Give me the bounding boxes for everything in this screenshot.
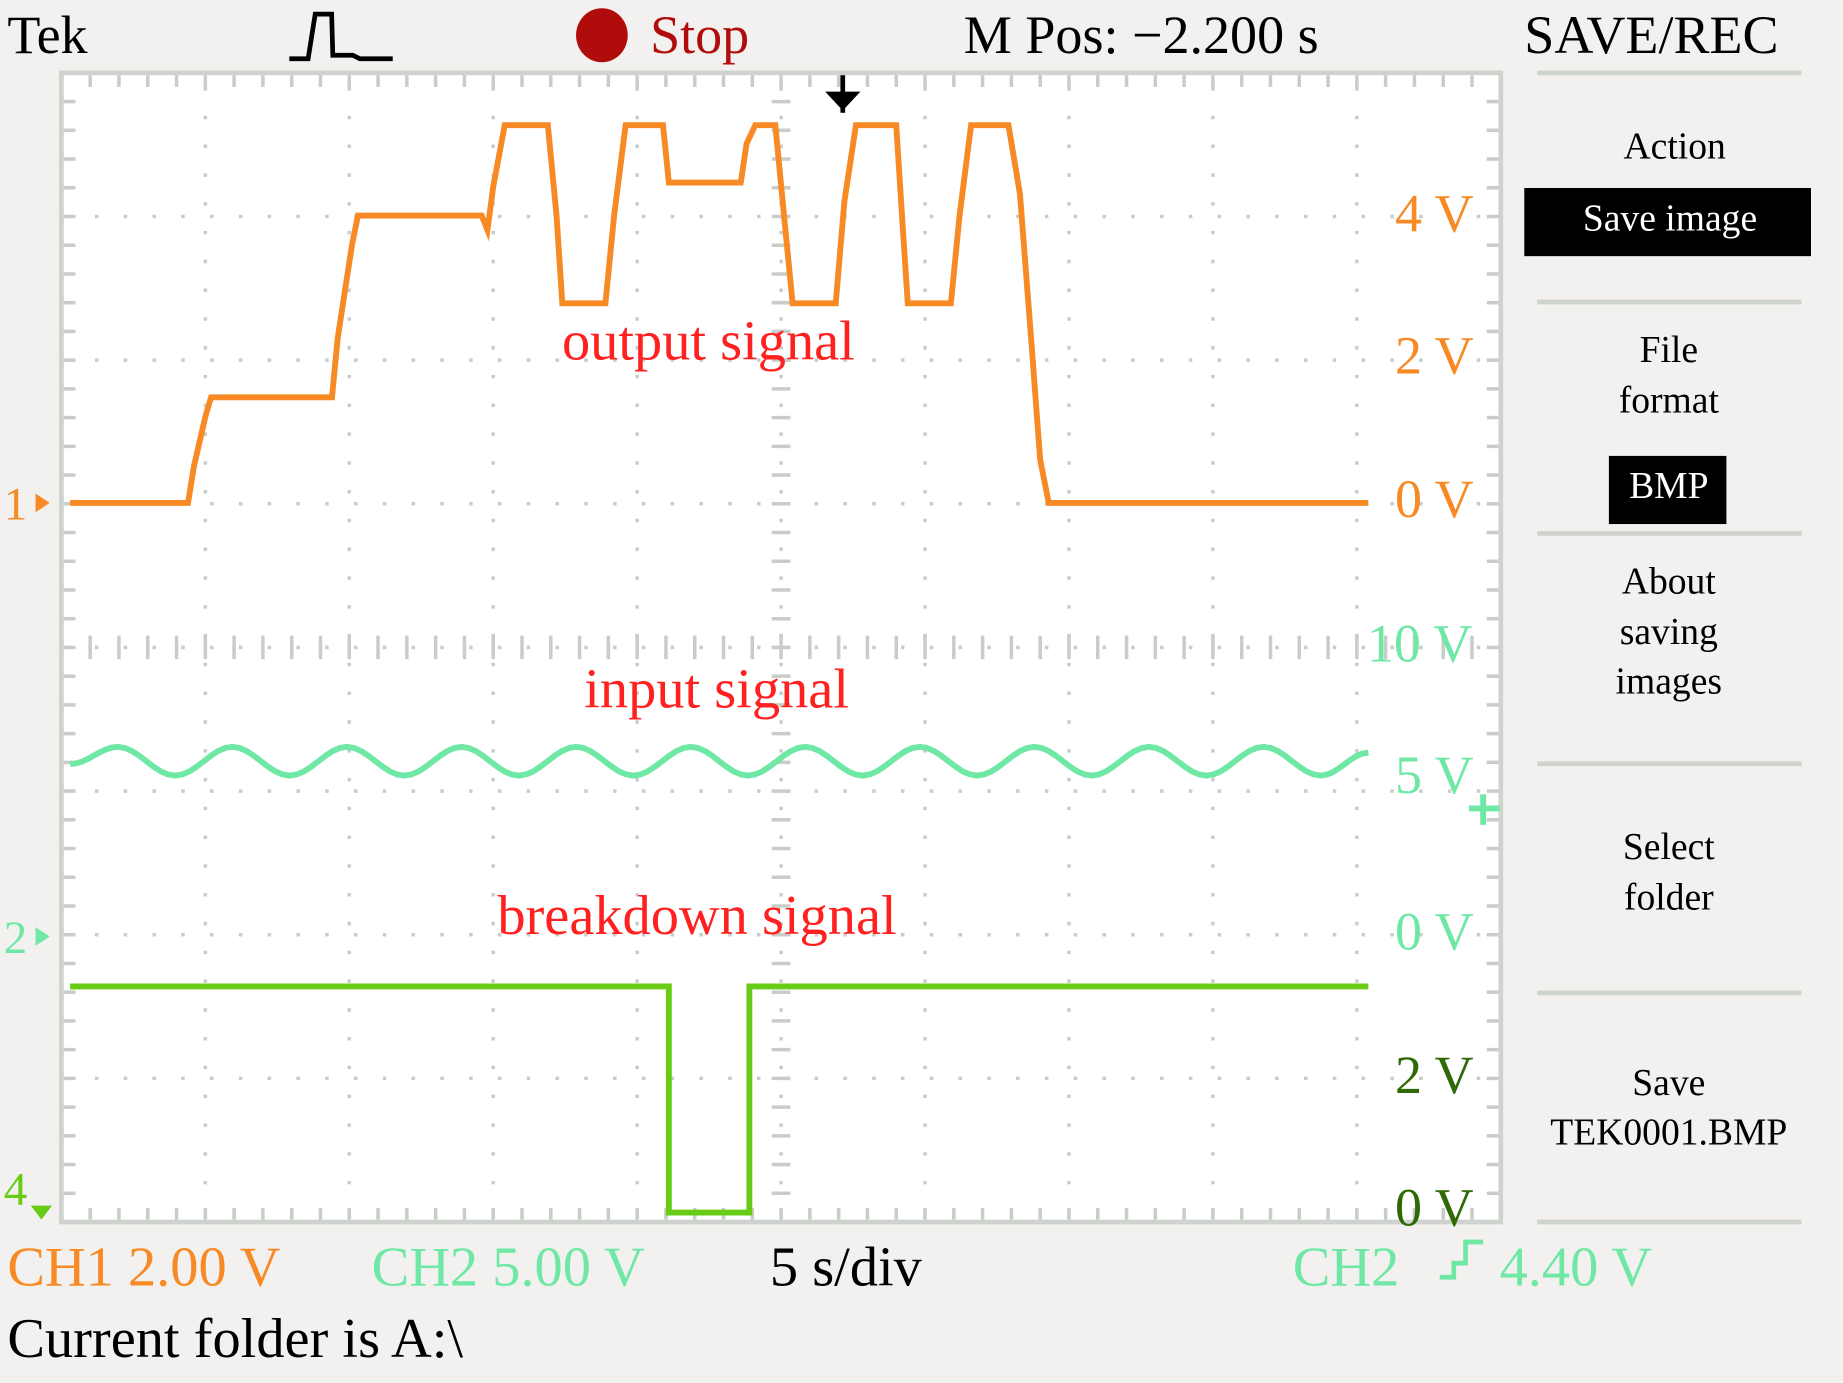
annotation-output-signal: output signal: [562, 311, 855, 373]
menu-label: About: [1622, 560, 1717, 602]
menu-title: SAVE/REC: [1524, 5, 1778, 65]
ch1-label-0v: 0 V: [1395, 469, 1474, 529]
ch2-label-5v: 5 V: [1395, 745, 1474, 805]
ch4-label-0v: 0 V: [1395, 1178, 1474, 1238]
menu-label: images: [1616, 660, 1723, 702]
timebase[interactable]: 5 s/div: [770, 1236, 923, 1298]
ch2-label-0v: 0 V: [1395, 901, 1474, 961]
menu-value: BMP: [1629, 465, 1708, 507]
ch1-label-2v: 2 V: [1395, 326, 1474, 386]
ch1-scale[interactable]: CH1 2.00 V: [7, 1236, 280, 1298]
menu-label: Save: [1632, 1062, 1705, 1104]
annotation-input-signal: input signal: [584, 658, 849, 720]
menu-label: Select: [1623, 826, 1715, 868]
menu-label: folder: [1624, 876, 1714, 918]
trigger-level: 4.40 V: [1500, 1236, 1653, 1298]
ch2-label-10v: 10 V: [1367, 614, 1473, 674]
horizontal-position: M Pos: −2.200 s: [964, 5, 1319, 65]
oscilloscope-screen: Tek Stop M Pos: −2.200 s SAVE/REC 1 2 4 …: [0, 0, 1843, 1383]
menu-item-about-saving-images[interactable]: About saving images: [1616, 560, 1723, 702]
acquisition-state[interactable]: Stop: [650, 5, 749, 65]
menu-label: File: [1640, 329, 1698, 371]
menu-label: saving: [1620, 611, 1718, 653]
menu-label: Action: [1624, 126, 1727, 168]
ch4-ground-marker: 4: [4, 1163, 28, 1215]
trigger-source: CH2: [1293, 1236, 1400, 1298]
menu-label: TEK0001.BMP: [1550, 1111, 1787, 1153]
ch2-scale[interactable]: CH2 5.00 V: [372, 1236, 645, 1298]
brand-label: Tek: [7, 5, 88, 65]
ch4-label-2v: 2 V: [1395, 1045, 1474, 1105]
stop-icon: [576, 8, 628, 63]
menu-value: Save image: [1583, 197, 1757, 239]
menu-label: format: [1619, 379, 1720, 421]
current-folder: Current folder is A:\: [7, 1308, 463, 1370]
ch2-ground-marker: 2: [4, 912, 28, 964]
annotation-breakdown-signal: breakdown signal: [497, 885, 896, 947]
ch1-label-4v: 4 V: [1395, 183, 1474, 243]
ch1-ground-marker: 1: [4, 478, 28, 530]
